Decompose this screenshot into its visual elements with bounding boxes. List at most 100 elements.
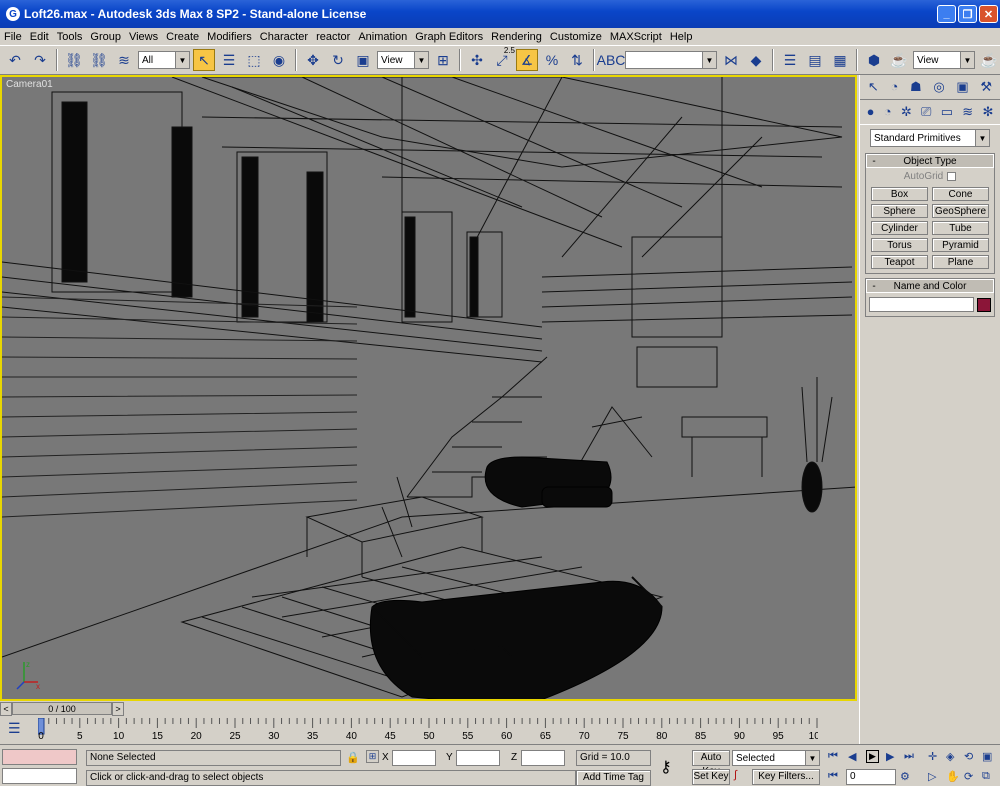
edit-named-selection-icon[interactable]: ABC [597,49,626,71]
spinner-snap-icon[interactable]: ⇅ [566,49,588,71]
reference-coordinate-dropdown[interactable]: View ▼ [377,51,429,69]
motion-tab-icon[interactable]: ◎ [933,79,944,97]
redo-icon[interactable]: ↷ [29,49,51,71]
object-type-header[interactable]: - Object Type [866,154,994,168]
undo-icon[interactable]: ↶ [4,49,26,71]
shapes-icon[interactable]: ◔ [884,104,892,120]
menu-modifiers[interactable]: Modifiers [207,31,252,43]
systems-icon[interactable]: ✻ [982,104,993,120]
menu-character[interactable]: Character [260,31,308,43]
window-crossing-icon[interactable]: ◉ [268,49,290,71]
x-coordinate-input[interactable] [392,750,436,766]
modify-tab-icon[interactable]: ◔ [890,79,898,97]
dropdown-arrow-icon[interactable]: ▼ [960,52,974,68]
time-slider-next-icon[interactable]: > [112,702,124,716]
hierarchy-tab-icon[interactable]: ☗ [910,79,922,97]
schematic-view-icon[interactable]: ▦ [829,49,851,71]
collapse-icon[interactable]: - [867,156,881,167]
auto-key-button[interactable]: Auto Key [692,750,730,777]
menu-maxscript[interactable]: MAXScript [610,31,662,43]
pivot-center-icon[interactable]: ⊞ [432,49,454,71]
move-icon[interactable]: ✥ [302,49,324,71]
bind-space-warp-icon[interactable]: ≋ [113,49,135,71]
time-slider-prev-icon[interactable]: < [0,702,12,716]
menu-create[interactable]: Create [166,31,199,43]
display-tab-icon[interactable]: ▣ [956,79,968,97]
menu-tools[interactable]: Tools [57,31,83,43]
maximize-viewport-icon[interactable]: ▣ [982,750,992,763]
autogrid-option[interactable]: AutoGrid [866,171,994,182]
zoom-all-icon[interactable]: ◈ [946,750,954,763]
layer-manager-icon[interactable]: ☰ [779,49,801,71]
sphere-button[interactable]: Sphere [871,204,928,218]
menu-animation[interactable]: Animation [358,31,407,43]
dropdown-arrow-icon[interactable]: ▼ [414,52,428,68]
helpers-icon[interactable]: ▭ [941,104,953,120]
frame-ruler[interactable]: 0 5 10 15 20 25 30 35 40 45 50 55 60 65 70 75 80 85 90 95 10… [38,718,818,742]
menu-file[interactable]: File [4,31,22,43]
scale-icon[interactable]: ▣ [352,49,374,71]
go-to-end-icon[interactable]: ⏭ [904,750,914,763]
named-selection-set-dropdown[interactable]: ▼ [625,51,717,69]
curve-editor-icon[interactable]: ▤ [804,49,826,71]
min-max-toggle-icon[interactable]: ⧉ [982,770,990,783]
lights-icon[interactable]: ✲ [901,104,912,120]
menu-customize[interactable]: Customize [550,31,602,43]
set-key-button[interactable]: Set Key [692,769,730,785]
primitive-type-dropdown[interactable]: Standard Primitives ▼ [870,129,990,147]
app-icon[interactable]: G [6,7,20,21]
selection-filter-dropdown[interactable]: All ▼ [138,51,190,69]
menu-edit[interactable]: Edit [30,31,49,43]
dropdown-arrow-icon[interactable]: ▼ [702,52,716,68]
dropdown-arrow-icon[interactable]: ▼ [975,130,989,146]
z-coordinate-input[interactable] [521,750,565,766]
name-and-color-header[interactable]: - Name and Color [866,279,994,293]
key-filters-button[interactable]: Key Filters... [752,769,820,785]
object-color-swatch[interactable] [977,297,991,312]
select-by-name-icon[interactable]: ☰ [218,49,240,71]
align-icon[interactable]: ◆ [745,49,767,71]
selection-lock-icon[interactable]: 🔒 [346,751,360,764]
previous-frame-icon[interactable]: ◀ [848,750,856,763]
teapot-button[interactable]: Teapot [871,255,928,269]
menu-rendering[interactable]: Rendering [491,31,542,43]
orbit-icon[interactable]: ⟲ [964,750,973,763]
menu-help[interactable]: Help [670,31,693,43]
go-to-start-icon[interactable]: ⏮ [828,750,838,763]
snap-toggle-icon[interactable]: ⤢ 2.5 [491,46,515,71]
object-name-input[interactable] [869,297,974,312]
material-editor-icon[interactable]: ⬢ [863,49,885,71]
dropdown-arrow-icon[interactable]: ▼ [175,52,189,68]
menu-graph-editors[interactable]: Graph Editors [415,31,483,43]
plane-button[interactable]: Plane [932,255,989,269]
restore-button[interactable]: ❐ [958,5,977,23]
rotate-icon[interactable]: ↻ [327,49,349,71]
field-of-view-icon[interactable]: ▷ [928,770,936,783]
quick-render-icon[interactable]: ☕ [978,49,1000,71]
default-tangent-icon[interactable]: ∫ [734,769,737,781]
add-time-tag-button[interactable]: Add Time Tag [576,770,651,786]
create-tab-icon[interactable]: ↖ [868,79,879,97]
close-button[interactable]: ✕ [979,5,998,23]
pyramid-button[interactable]: Pyramid [932,238,989,252]
percent-snap-icon[interactable]: % [541,49,563,71]
menu-reactor[interactable]: reactor [316,31,350,43]
minimize-button[interactable]: _ [937,5,956,23]
cameras-icon[interactable]: ⎚ [921,104,931,120]
box-button[interactable]: Box [871,187,928,201]
maxscript-listener-mini[interactable] [2,749,77,765]
tube-button[interactable]: Tube [932,221,989,235]
time-configuration-icon[interactable]: ⚙ [900,770,910,783]
render-view-dropdown[interactable]: View ▼ [913,51,975,69]
link-icon[interactable]: ⛓ [63,49,85,71]
pan-icon[interactable]: ✋ [946,770,960,783]
collapse-icon[interactable]: - [867,281,881,292]
play-icon[interactable]: ▶ [866,750,879,763]
autogrid-checkbox[interactable] [947,172,957,181]
zoom-icon[interactable]: ✛ [928,750,937,763]
maxscript-output-mini[interactable] [2,768,77,784]
mirror-icon[interactable]: ⋈ [720,49,742,71]
rectangular-selection-icon[interactable]: ⬚ [243,49,265,71]
absolute-mode-icon[interactable]: ⊞ [366,750,379,763]
space-warps-icon[interactable]: ≋ [962,104,973,120]
